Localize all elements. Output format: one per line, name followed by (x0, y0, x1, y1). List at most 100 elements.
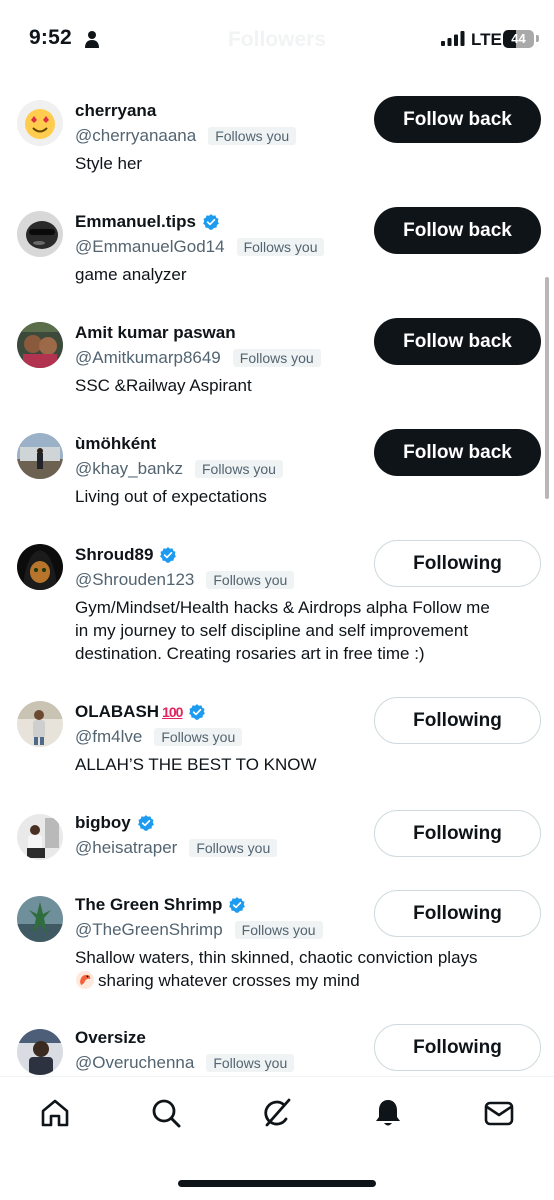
avatar[interactable] (17, 814, 63, 860)
following-button[interactable]: Following (374, 697, 541, 744)
bio-line-text: sharing whatever crosses my mind (98, 971, 360, 990)
follow-back-button[interactable]: Follow back (374, 96, 541, 143)
user-handle[interactable]: @heisatraper (75, 838, 177, 858)
grok-icon (264, 1098, 291, 1127)
follows-you-badge: Follows you (206, 1054, 295, 1072)
user-bio: Gym/Mindset/Health hacks & Airdrops alph… (75, 596, 545, 665)
user-bio: ALLAH’S THE BEST TO KNOW (75, 755, 317, 774)
nav-home[interactable] (37, 1095, 73, 1131)
user-handle-line: @heisatraper Follows you (75, 836, 278, 860)
follow-back-button[interactable]: Follow back (374, 318, 541, 365)
follow-back-button[interactable]: Follow back (374, 207, 541, 254)
bio-line: Gym/Mindset/Health hacks & Airdrops alph… (75, 598, 490, 617)
user-bio: SSC &Railway Aspirant (75, 376, 252, 395)
following-button[interactable]: Following (374, 1024, 541, 1071)
nav-search[interactable] (148, 1095, 184, 1131)
battery-icon: 44 (503, 30, 534, 48)
user-name-line: ùmöhként (75, 431, 156, 457)
list-item[interactable]: cherryana @cherryanaana Follows you Styl… (0, 96, 554, 198)
list-item[interactable]: Amit kumar paswan @Amitkumarp8649 Follow… (0, 318, 554, 420)
notifications-icon (376, 1100, 400, 1126)
user-handle[interactable]: @Overuchenna (75, 1053, 194, 1073)
messages-icon (484, 1101, 514, 1126)
battery-level: 44 (511, 31, 526, 46)
user-bio: Living out of expectations (75, 487, 267, 506)
avatar[interactable] (17, 701, 63, 747)
bio-line: sharing whatever crosses my mind (75, 969, 545, 992)
avatar[interactable] (17, 896, 63, 942)
avatar[interactable] (17, 433, 63, 479)
verified-badge-icon (137, 815, 154, 831)
user-handle[interactable]: @cherryanaana (75, 126, 196, 146)
user-handle-line: @Overuchenna Follows you (75, 1051, 295, 1075)
avatar[interactable] (17, 1029, 63, 1075)
avatar[interactable] (17, 544, 63, 590)
follows-you-badge: Follows you (236, 238, 325, 256)
follows-you-badge: Follows you (189, 839, 278, 857)
avatar[interactable] (17, 322, 63, 368)
nav-notifications[interactable] (370, 1095, 406, 1131)
nav-grok[interactable] (259, 1095, 295, 1131)
following-button[interactable]: Following (374, 540, 541, 587)
followers-list[interactable]: cherryana @cherryanaana Follows you Styl… (0, 82, 554, 1076)
battery-tip (536, 35, 539, 42)
user-handle-line: @fm4lve Follows you (75, 725, 243, 749)
avatar[interactable] (17, 100, 63, 146)
scrollbar[interactable] (545, 277, 549, 499)
verified-badge-icon (203, 214, 219, 230)
user-handle[interactable]: @Shrouden123 (75, 570, 194, 590)
follows-you-badge: Follows you (206, 571, 295, 589)
user-name[interactable]: The Green Shrimp (75, 895, 222, 915)
user-name[interactable]: Shroud89 (75, 545, 153, 565)
user-name[interactable]: bigboy (75, 813, 131, 833)
user-name[interactable]: Oversize (75, 1028, 146, 1048)
follows-you-badge: Follows you (234, 921, 323, 939)
user-handle[interactable]: @EmmanuelGod14 (75, 237, 225, 257)
user-handle-line: @Amitkumarp8649 Follows you (75, 346, 321, 370)
hundred-points-emoji: 100 (162, 704, 183, 720)
list-item[interactable]: Shroud89 @Shrouden123 Follows you Gym/Mi… (0, 540, 554, 692)
home-indicator[interactable] (178, 1180, 376, 1187)
user-name[interactable]: ùmöhként (75, 434, 156, 454)
list-item[interactable]: The Green Shrimp @TheGreenShrimp Follows… (0, 890, 554, 1002)
user-handle[interactable]: @TheGreenShrimp (75, 920, 223, 940)
user-name-line: cherryana (75, 98, 156, 124)
list-item[interactable]: bigboy @heisatraper Follows you Followin… (0, 810, 554, 880)
nav-messages[interactable] (481, 1095, 517, 1131)
search-icon (152, 1099, 181, 1128)
user-name-line: Amit kumar paswan (75, 320, 236, 346)
user-name-line: bigboy (75, 810, 155, 836)
user-name[interactable]: OLABASH (75, 702, 159, 722)
user-handle-line: @cherryanaana Follows you (75, 124, 297, 148)
status-bar: 9:52 Followers LTE 44 (0, 0, 554, 82)
user-handle-line: @TheGreenShrimp Follows you (75, 918, 323, 942)
following-button[interactable]: Following (374, 810, 541, 857)
network-type: LTE (471, 30, 502, 49)
follow-back-button[interactable]: Follow back (374, 429, 541, 476)
follows-you-badge: Follows you (232, 349, 321, 367)
user-handle[interactable]: @Amitkumarp8649 (75, 348, 221, 368)
signal-icon (441, 31, 465, 46)
list-item[interactable]: Oversize @Overuchenna Follows you Follow… (0, 1024, 554, 1076)
user-handle-line: @EmmanuelGod14 Follows you (75, 235, 325, 259)
list-item[interactable]: OLABASH 100 @fm4lve Follows you ALLAH’S … (0, 697, 554, 799)
user-name[interactable]: cherryana (75, 101, 156, 121)
follows-you-badge: Follows you (195, 460, 283, 478)
user-handle[interactable]: @fm4lve (75, 727, 142, 747)
user-name[interactable]: Amit kumar paswan (75, 323, 236, 343)
list-item[interactable]: Emmanuel.tips @EmmanuelGod14 Follows you… (0, 207, 554, 309)
user-handle[interactable]: @khay_bankz (75, 459, 183, 479)
following-button[interactable]: Following (374, 890, 541, 937)
bio-line: destination. Creating rosaries art in fr… (75, 644, 425, 663)
user-bio: Shallow waters, thin skinned, chaotic co… (75, 946, 545, 992)
shrimp-icon (76, 971, 94, 989)
user-name-line: Emmanuel.tips (75, 209, 220, 235)
user-name-line: OLABASH 100 (75, 699, 206, 725)
verified-badge-icon (160, 547, 177, 563)
user-name[interactable]: Emmanuel.tips (75, 212, 196, 232)
user-handle-line: @Shrouden123 Follows you (75, 568, 295, 592)
user-name-line: Oversize (75, 1025, 146, 1051)
bio-line: Shallow waters, thin skinned, chaotic co… (75, 948, 478, 967)
list-item[interactable]: ùmöhként @khay_bankz Follows you Living … (0, 429, 554, 531)
avatar[interactable] (17, 211, 63, 257)
